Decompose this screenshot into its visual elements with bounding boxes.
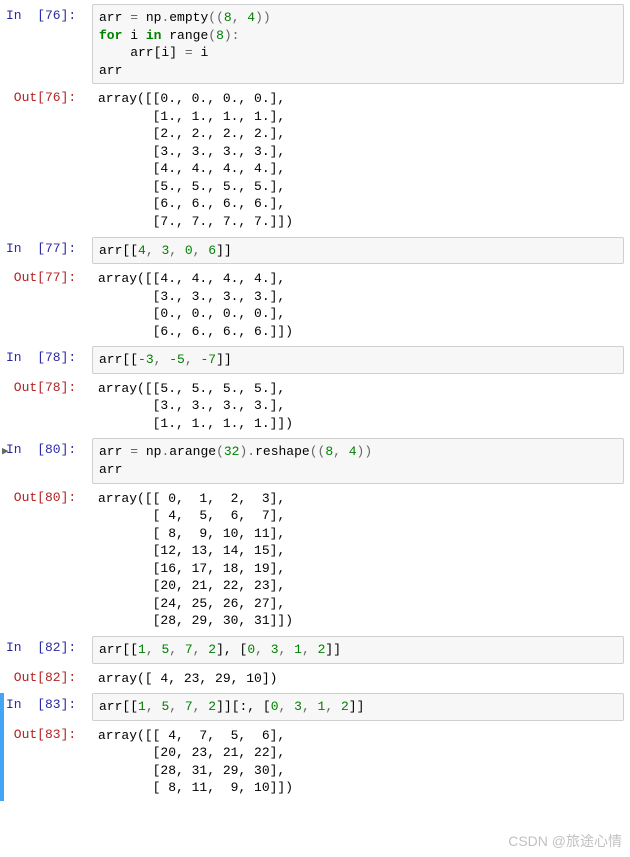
code-output: array([[4., 4., 4., 4.], [3., 3., 3., 3.… (92, 266, 630, 344)
notebook-cell: In [76]: arr = np.empty((8, 4)) for i in… (0, 4, 630, 235)
output-cell: Out[77]: array([[4., 4., 4., 4.], [3., 3… (0, 266, 630, 344)
out-prompt: Out[83]: (0, 723, 92, 801)
output-cell: Out[82]: array([ 4, 23, 29, 10]) (0, 666, 630, 692)
out-prompt: Out[82]: (0, 666, 92, 692)
code-input[interactable]: arr[[1, 5, 7, 2], [0, 3, 1, 2]] (92, 636, 624, 664)
input-cell: In [76]: arr = np.empty((8, 4)) for i in… (0, 4, 630, 84)
input-cell: In [83]: arr[[1, 5, 7, 2]][:, [0, 3, 1, … (0, 693, 630, 721)
code-output: array([[5., 5., 5., 5.], [3., 3., 3., 3.… (92, 376, 630, 437)
input-cell: In [80]: arr = np.arange(32).reshape((8,… (0, 438, 630, 483)
out-prompt: Out[80]: (0, 486, 92, 634)
code-input[interactable]: arr = np.arange(32).reshape((8, 4)) arr (92, 438, 624, 483)
out-prompt: Out[76]: (0, 86, 92, 234)
out-prompt: Out[77]: (0, 266, 92, 344)
watermark-text: CSDN @旅途心情 (508, 831, 622, 851)
in-prompt: In [78]: (0, 346, 92, 374)
code-output: array([[0., 0., 0., 0.], [1., 1., 1., 1.… (92, 86, 630, 234)
input-cell: In [78]: arr[[-3, -5, -7]] (0, 346, 630, 374)
code-input[interactable]: arr = np.empty((8, 4)) for i in range(8)… (92, 4, 624, 84)
input-cell: In [77]: arr[[4, 3, 0, 6]] (0, 237, 630, 265)
code-output: array([[ 4, 7, 5, 6], [20, 23, 21, 22], … (92, 723, 630, 801)
notebook-cell-active: In [83]: arr[[1, 5, 7, 2]][:, [0, 3, 1, … (0, 693, 630, 801)
output-cell: Out[80]: array([[ 0, 1, 2, 3], [ 4, 5, 6… (0, 486, 630, 634)
in-prompt: In [82]: (0, 636, 92, 664)
notebook-cell: In [78]: arr[[-3, -5, -7]] Out[78]: arra… (0, 346, 630, 436)
code-output: array([[ 0, 1, 2, 3], [ 4, 5, 6, 7], [ 8… (92, 486, 630, 634)
output-cell: Out[78]: array([[5., 5., 5., 5.], [3., 3… (0, 376, 630, 437)
input-cell: In [82]: arr[[1, 5, 7, 2], [0, 3, 1, 2]] (0, 636, 630, 664)
run-indicator-icon: ▶ (2, 444, 9, 458)
output-cell: Out[83]: array([[ 4, 7, 5, 6], [20, 23, … (0, 723, 630, 801)
in-prompt: In [76]: (0, 4, 92, 84)
code-input[interactable]: arr[[4, 3, 0, 6]] (92, 237, 624, 265)
code-output: array([ 4, 23, 29, 10]) (92, 666, 630, 692)
code-input[interactable]: arr[[1, 5, 7, 2]][:, [0, 3, 1, 2]] (92, 693, 624, 721)
in-prompt: In [83]: (0, 693, 92, 721)
code-input[interactable]: arr[[-3, -5, -7]] (92, 346, 624, 374)
active-cell-indicator (0, 693, 4, 801)
output-cell: Out[76]: array([[0., 0., 0., 0.], [1., 1… (0, 86, 630, 234)
in-prompt: In [77]: (0, 237, 92, 265)
out-prompt: Out[78]: (0, 376, 92, 437)
notebook-cell: In [82]: arr[[1, 5, 7, 2], [0, 3, 1, 2]]… (0, 636, 630, 691)
notebook-cell: ▶ In [80]: arr = np.arange(32).reshape((… (0, 438, 630, 633)
notebook-cell: In [77]: arr[[4, 3, 0, 6]] Out[77]: arra… (0, 237, 630, 345)
in-prompt: In [80]: (0, 438, 92, 483)
